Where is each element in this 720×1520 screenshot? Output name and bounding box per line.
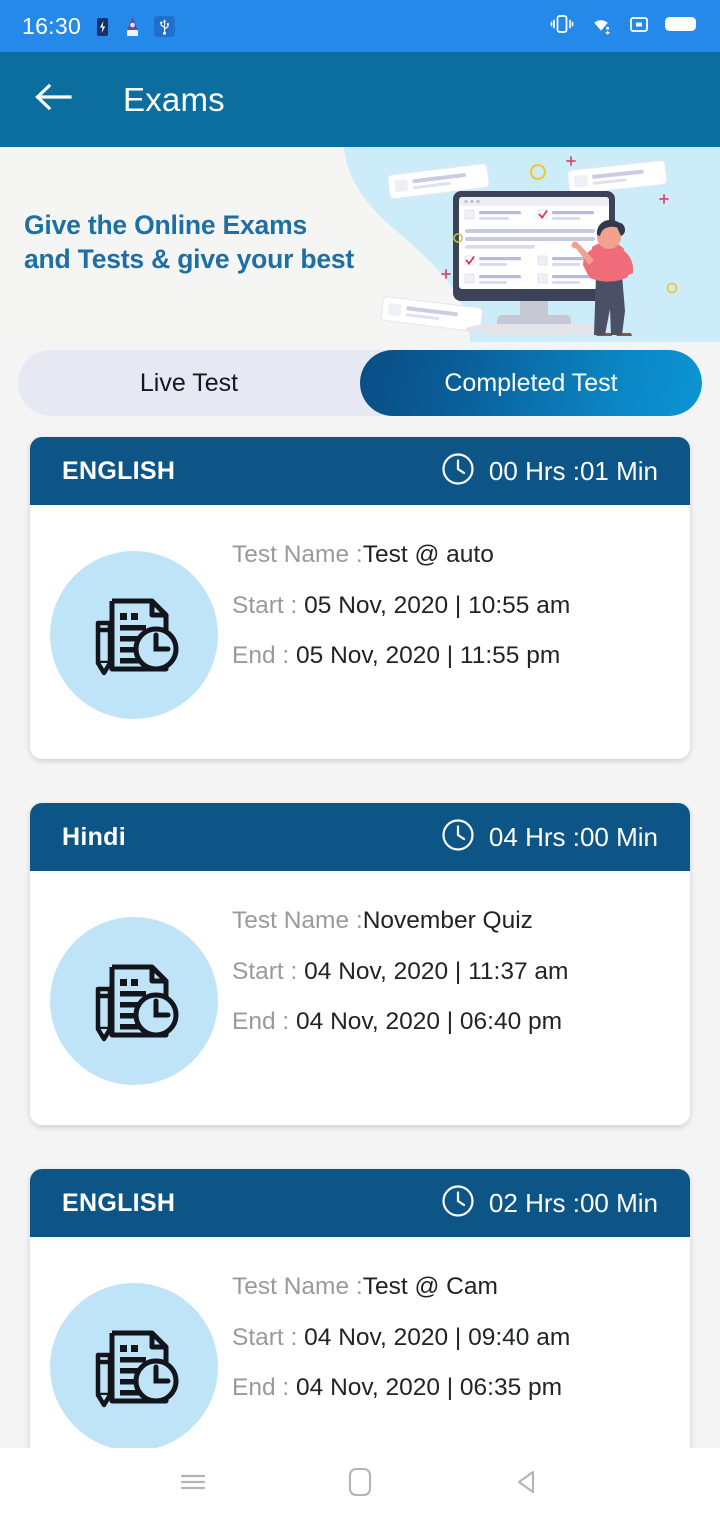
exam-subject: ENGLISH	[62, 1188, 176, 1217]
banner-headline: Give the Online Exams and Tests & give y…	[24, 209, 354, 277]
exam-test-name-row: Test Name :November Quiz	[232, 907, 670, 934]
sd-card-icon	[628, 13, 650, 40]
test-name-label: Test Name :	[232, 1273, 363, 1300]
exam-duration-text: 02 Hrs :00 Min	[488, 1187, 658, 1218]
exam-details: Test Name :Test @ Cam Start : 04 Nov, 20…	[218, 1261, 670, 1401]
app-bar: Exams	[0, 52, 720, 147]
exam-document-clock-icon	[50, 1283, 218, 1448]
back-button-nav[interactable]	[498, 1455, 556, 1513]
exam-card-body: Test Name :Test @ auto Start : 05 Nov, 2…	[30, 505, 690, 759]
exam-start-row: Start : 04 Nov, 2020 | 09:40 am	[232, 1323, 670, 1351]
end-label: End :	[232, 1374, 297, 1401]
tab-live-test[interactable]: Live Test	[18, 350, 360, 416]
online-exam-illustration	[320, 147, 720, 342]
exam-card[interactable]: ENGLISH 02 Hrs :00 Min Test Name:Test @…	[30, 1169, 690, 1448]
promo-banner: Give the Online Exams and Tests & give y…	[0, 147, 720, 342]
test-type-tabs: Live Test Completed Test	[18, 350, 702, 416]
exam-card-header: ENGLISH 02 Hrs :00 Min	[30, 1169, 690, 1237]
status-bar: 16:30	[0, 0, 720, 52]
battery-icon	[664, 14, 698, 39]
banner-line-2: and Tests & give your best	[24, 243, 355, 274]
app-screen: 16:30 Exams Give the Online Exams and Te…	[0, 0, 720, 1520]
status-bar-right	[550, 13, 698, 40]
exam-start-row: Start : 04 Nov, 2020 | 11:37 am	[232, 957, 670, 985]
start-label: Start :	[232, 591, 305, 619]
exam-details: Test Name :Test @ auto Start : 05 Nov, 2…	[218, 529, 670, 669]
end-value: 04 Nov, 2020 | 06:35 pm	[296, 1374, 563, 1401]
status-bar-left: 16:30	[22, 12, 176, 40]
usb-icon	[154, 15, 176, 37]
test-name-value: November Quiz	[362, 907, 533, 934]
exam-duration-text: 04 Hrs :00 Min	[488, 821, 658, 852]
vibrate-icon	[550, 13, 574, 40]
clock-icon	[441, 452, 475, 491]
clock-icon	[441, 1184, 475, 1223]
exam-card-list: ENGLISH 00 Hrs :01 Min Test Name:Test @…	[0, 416, 720, 1448]
start-label: Start :	[232, 1323, 305, 1351]
end-value: 05 Nov, 2020 | 11:55 pm	[296, 642, 561, 669]
start-label: Start :	[232, 957, 305, 985]
exam-subject: Hindi	[62, 822, 126, 851]
start-value: 04 Nov, 2020 | 11:37 am	[304, 957, 569, 985]
battery-saver-icon	[94, 16, 111, 37]
exam-card-header: ENGLISH 00 Hrs :01 Min	[30, 437, 690, 505]
back-icon	[514, 1468, 540, 1501]
exam-start-row: Start : 05 Nov, 2020 | 10:55 am	[232, 591, 670, 619]
page-title: Exams	[123, 80, 225, 118]
system-navigation-bar	[0, 1448, 720, 1520]
exam-end-row: End : 05 Nov, 2020 | 11:55 pm	[232, 642, 670, 669]
exam-subject: ENGLISH	[62, 456, 176, 485]
exam-document-clock-icon	[50, 917, 218, 1085]
exam-test-name-row: Test Name :Test @ Cam	[232, 1273, 670, 1300]
home-button[interactable]	[331, 1455, 389, 1513]
tab-completed-test[interactable]: Completed Test	[360, 350, 702, 416]
start-value: 05 Nov, 2020 | 10:55 am	[304, 591, 571, 619]
end-label: End :	[232, 1008, 297, 1035]
exam-card-body: Test Name :November Quiz Start : 04 Nov,…	[30, 871, 690, 1125]
exam-duration: 02 Hrs :00 Min	[441, 1184, 658, 1223]
test-name-label: Test Name :	[232, 907, 363, 934]
clock-icon	[441, 818, 475, 857]
wifi-icon	[588, 13, 614, 40]
exam-card[interactable]: Hindi 04 Hrs :00 Min Test Name:November…	[30, 803, 690, 1125]
recents-icon	[178, 1470, 208, 1499]
app-notification-icon	[124, 16, 141, 37]
exam-card-body: Test Name :Test @ Cam Start : 04 Nov, 20…	[30, 1237, 690, 1448]
end-label: End :	[232, 642, 297, 669]
arrow-left-icon	[33, 82, 73, 117]
start-value: 04 Nov, 2020 | 09:40 am	[304, 1323, 571, 1351]
exam-details: Test Name :November Quiz Start : 04 Nov,…	[218, 895, 670, 1035]
exam-document-clock-icon	[50, 551, 218, 719]
test-name-value: Test @ Cam	[362, 1273, 498, 1300]
exam-end-row: End : 04 Nov, 2020 | 06:40 pm	[232, 1008, 670, 1035]
exam-end-row: End : 04 Nov, 2020 | 06:35 pm	[232, 1374, 670, 1401]
back-button[interactable]	[30, 77, 76, 123]
exam-duration: 04 Hrs :00 Min	[441, 818, 658, 857]
status-time: 16:30	[22, 12, 82, 39]
exam-card[interactable]: ENGLISH 00 Hrs :01 Min Test Name:Test @…	[30, 437, 690, 759]
exam-duration: 00 Hrs :01 Min	[441, 452, 658, 491]
exam-duration-text: 00 Hrs :01 Min	[488, 455, 658, 486]
exam-test-name-row: Test Name :Test @ auto	[232, 541, 670, 568]
home-icon	[347, 1466, 373, 1503]
exam-card-header: Hindi 04 Hrs :00 Min	[30, 803, 690, 871]
end-value: 04 Nov, 2020 | 06:40 pm	[296, 1008, 563, 1035]
test-name-label: Test Name :	[232, 541, 363, 568]
recents-button[interactable]	[164, 1455, 222, 1513]
scroll-content[interactable]: Give the Online Exams and Tests & give y…	[0, 147, 720, 1448]
test-name-value: Test @ auto	[362, 541, 494, 568]
banner-line-1: Give the Online Exams	[24, 210, 307, 240]
